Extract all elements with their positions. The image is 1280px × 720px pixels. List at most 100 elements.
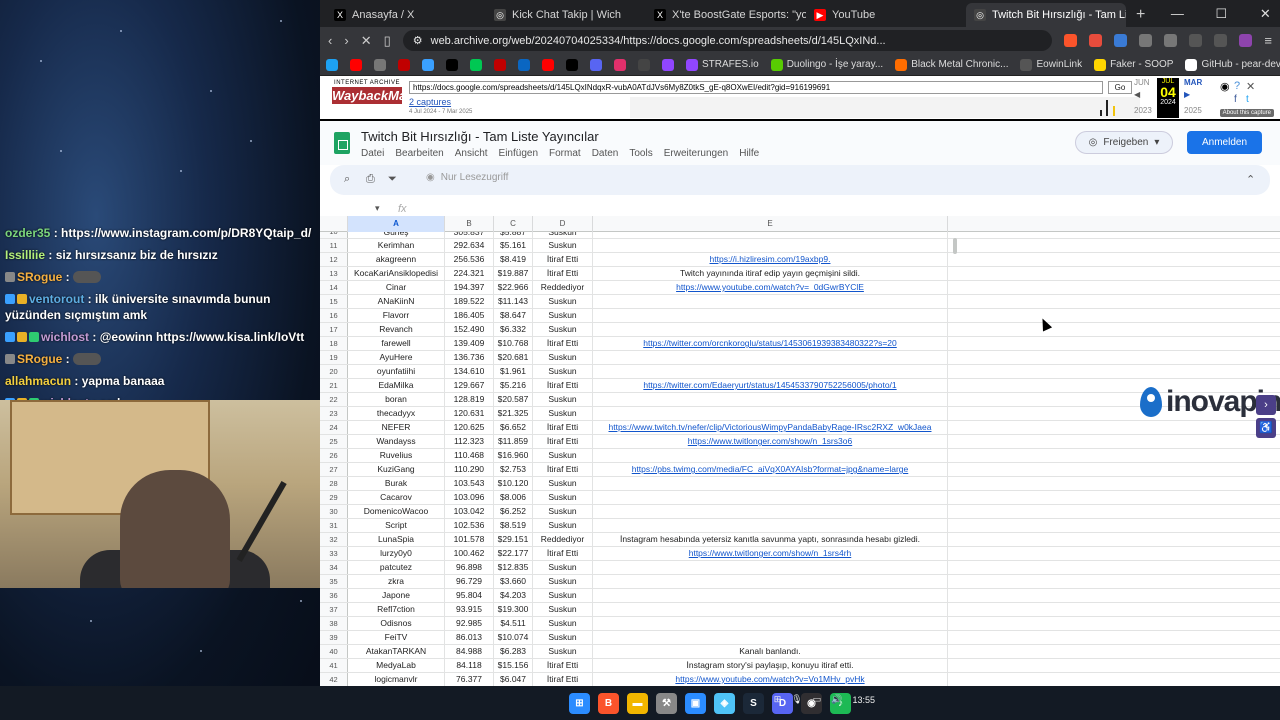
facebook-icon[interactable]: f: [1234, 94, 1237, 105]
status-cell[interactable]: Suskun: [533, 393, 593, 406]
followers-cell[interactable]: 95.804: [445, 589, 494, 602]
bookmark-item[interactable]: [446, 58, 458, 71]
bookmark-item[interactable]: [470, 58, 482, 71]
extensions-puzzle-icon[interactable]: [1164, 34, 1178, 47]
filter-icon[interactable]: ⏷: [388, 173, 397, 186]
search-icon[interactable]: ⌕: [344, 173, 350, 186]
name-box-dropdown-icon[interactable]: ▾: [375, 203, 380, 214]
name-cell[interactable]: AtakanTARKAN: [348, 645, 445, 658]
column-header-b[interactable]: B: [445, 216, 494, 232]
note-cell[interactable]: [593, 589, 948, 602]
status-cell[interactable]: Suskun: [533, 491, 593, 504]
amount-cell[interactable]: $29.151: [494, 533, 533, 546]
chat-username[interactable]: allahmacun: [5, 374, 71, 388]
amount-cell[interactable]: $6.332: [494, 323, 533, 336]
note-cell[interactable]: [593, 505, 948, 518]
note-cell[interactable]: https://www.youtube.com/watch?v=Vo1MHv_p…: [593, 673, 948, 686]
name-cell[interactable]: Flavorr: [348, 309, 445, 322]
extension-icon[interactable]: [1139, 34, 1153, 47]
status-cell[interactable]: Suskun: [533, 232, 593, 238]
row-number[interactable]: 21: [320, 379, 348, 392]
note-cell[interactable]: [593, 323, 948, 336]
chat-username[interactable]: wichlost: [41, 330, 89, 344]
twitter-icon[interactable]: t: [1246, 94, 1249, 105]
column-header-d[interactable]: D: [533, 216, 593, 232]
widget-arrow-icon[interactable]: ›: [1256, 395, 1276, 415]
name-cell[interactable]: Güneş: [348, 232, 445, 238]
followers-cell[interactable]: 84.118: [445, 659, 494, 672]
windows-icon[interactable]: ⊞: [569, 692, 590, 714]
name-cell[interactable]: Japone: [348, 589, 445, 602]
row-number[interactable]: 27: [320, 463, 348, 476]
status-cell[interactable]: İtiraf Etti: [533, 379, 593, 392]
share-button[interactable]: ◎ Freigeben ▾: [1075, 131, 1173, 154]
browser-tab[interactable]: X Anasayfa / X: [326, 3, 486, 27]
bookmark-item[interactable]: GitHub - pear-devs/...: [1185, 58, 1280, 71]
followers-cell[interactable]: 110.290: [445, 463, 494, 476]
name-cell[interactable]: ANaKiinN: [348, 295, 445, 308]
name-cell[interactable]: Ruvelius: [348, 449, 445, 462]
note-cell[interactable]: https://i.hizliresim.com/19axbp9.: [593, 253, 948, 266]
forward-icon[interactable]: ›: [344, 33, 348, 48]
status-cell[interactable]: İtiraf Etti: [533, 253, 593, 266]
bookmark-item[interactable]: [662, 58, 674, 71]
bookmark-item[interactable]: [326, 58, 338, 71]
note-cell[interactable]: https://twitter.com/orcnkoroglu/status/1…: [593, 337, 948, 350]
followers-cell[interactable]: 100.462: [445, 547, 494, 560]
bookmark-item[interactable]: [542, 58, 554, 71]
amount-cell[interactable]: $10.768: [494, 337, 533, 350]
amount-cell[interactable]: $3.660: [494, 575, 533, 588]
note-cell[interactable]: [593, 575, 948, 588]
row-number[interactable]: 23: [320, 407, 348, 420]
amount-cell[interactable]: $11.859: [494, 435, 533, 448]
name-cell[interactable]: FeiTV: [348, 631, 445, 644]
menu-item[interactable]: Einfügen: [499, 148, 538, 159]
note-cell[interactable]: Kanalı banlandı.: [593, 645, 948, 658]
note-cell[interactable]: [593, 365, 948, 378]
bookmark-item[interactable]: [590, 58, 602, 71]
name-cell[interactable]: Burak: [348, 477, 445, 490]
next-month[interactable]: MAR: [1184, 78, 1202, 87]
clock[interactable]: 13:55: [852, 695, 875, 705]
followers-cell[interactable]: 110.468: [445, 449, 494, 462]
collapse-chevron-icon[interactable]: ⌃: [1246, 173, 1255, 186]
amount-cell[interactable]: $6.047: [494, 673, 533, 686]
note-cell[interactable]: https://www.youtube.com/watch?v=_0dGwrBY…: [593, 281, 948, 294]
site-info-icon[interactable]: ⚙: [413, 34, 423, 47]
followers-cell[interactable]: 96.898: [445, 561, 494, 574]
bookmark-item[interactable]: [350, 58, 362, 71]
row-number[interactable]: 19: [320, 351, 348, 364]
name-cell[interactable]: Odisnos: [348, 617, 445, 630]
menu-item[interactable]: Ansicht: [455, 148, 488, 159]
amount-cell[interactable]: $21.325: [494, 407, 533, 420]
status-cell[interactable]: Suskun: [533, 295, 593, 308]
status-cell[interactable]: Suskun: [533, 365, 593, 378]
captures-link[interactable]: 2 captures: [409, 97, 451, 107]
name-cell[interactable]: KuziGang: [348, 463, 445, 476]
note-cell[interactable]: [593, 295, 948, 308]
new-tab-button[interactable]: +: [1126, 6, 1155, 27]
row-number[interactable]: 10: [320, 232, 348, 238]
followers-cell[interactable]: 86.013: [445, 631, 494, 644]
menu-item[interactable]: Daten: [592, 148, 619, 159]
name-cell[interactable]: EdaMilka: [348, 379, 445, 392]
name-cell[interactable]: Refl7ction: [348, 603, 445, 616]
vertical-scrollbar[interactable]: [953, 238, 957, 254]
note-cell[interactable]: [593, 393, 948, 406]
status-cell[interactable]: Suskun: [533, 449, 593, 462]
minimize-button[interactable]: —: [1155, 6, 1199, 21]
status-cell[interactable]: Suskun: [533, 575, 593, 588]
row-number[interactable]: 31: [320, 519, 348, 532]
chat-username[interactable]: ventorout: [29, 292, 84, 306]
name-cell[interactable]: akagreenn: [348, 253, 445, 266]
status-cell[interactable]: İtiraf Etti: [533, 337, 593, 350]
status-cell[interactable]: Reddediyor: [533, 281, 593, 294]
wallet-icon[interactable]: [1214, 34, 1228, 47]
followers-cell[interactable]: 136.736: [445, 351, 494, 364]
maximize-button[interactable]: ☐: [1199, 6, 1243, 22]
followers-cell[interactable]: 96.729: [445, 575, 494, 588]
amount-cell[interactable]: $10.120: [494, 477, 533, 490]
brave-icon[interactable]: B: [598, 692, 619, 714]
sheets-logo-icon[interactable]: [334, 132, 350, 154]
followers-cell[interactable]: 93.915: [445, 603, 494, 616]
